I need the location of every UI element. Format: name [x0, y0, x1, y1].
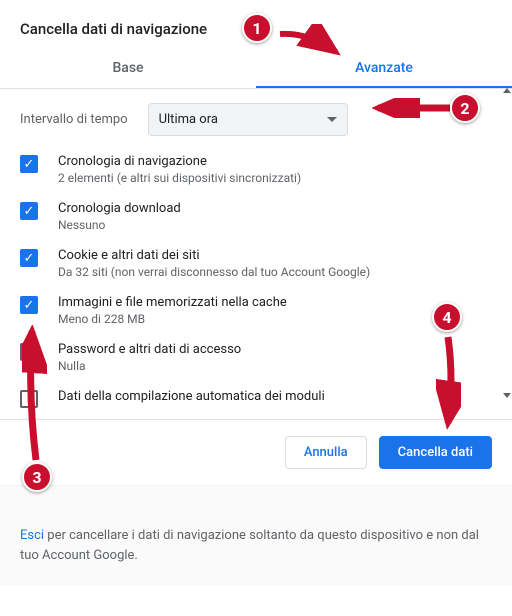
checkbox-cookies[interactable] — [20, 249, 38, 267]
item-label: Password e altri dati di accesso — [58, 342, 241, 357]
item-sub: Nessuno — [58, 218, 181, 232]
item-cache: Immagini e file memorizzati nella cache … — [20, 295, 492, 326]
item-label: Dati della compilazione automatica dei m… — [58, 389, 325, 404]
arrow-3-icon — [22, 325, 47, 465]
item-sub: Da 32 siti (non verrai disconnesso dal t… — [58, 265, 370, 279]
callout-3: 3 — [22, 462, 52, 492]
item-passwords: Password e altri dati di accesso Nulla — [20, 342, 492, 373]
scroll-down-icon — [503, 393, 511, 398]
time-range-label: Intervallo di tempo — [20, 112, 128, 127]
item-sub: 2 elementi (e altri sui dispositivi sinc… — [58, 171, 301, 185]
cancel-button[interactable]: Annulla — [285, 436, 367, 469]
item-label: Cookie e altri dati dei siti — [58, 248, 370, 263]
tab-basic[interactable]: Base — [0, 48, 256, 88]
footer-note: Esci per cancellare i dati di navigazion… — [0, 485, 512, 585]
arrow-4-icon — [436, 335, 461, 430]
item-autofill: Dati della compilazione automatica dei m… — [20, 389, 492, 408]
item-browsing-history: Cronologia di navigazione 2 elementi (e … — [20, 154, 492, 185]
item-label: Cronologia di navigazione — [58, 154, 301, 169]
item-label: Immagini e file memorizzati nella cache — [58, 295, 287, 310]
item-cookies: Cookie e altri dati dei siti Da 32 siti … — [20, 248, 492, 279]
clear-data-button[interactable]: Cancella dati — [379, 436, 492, 469]
callout-1: 1 — [242, 13, 272, 43]
time-range-value: Ultima ora — [159, 112, 218, 127]
checkbox-download-history[interactable] — [20, 202, 38, 220]
time-range-select[interactable]: Ultima ora — [148, 103, 348, 136]
scrollbar[interactable] — [504, 88, 510, 398]
arrow-2-icon — [372, 98, 452, 118]
clear-data-dialog: Cancella dati di navigazione Base Avanza… — [0, 0, 512, 616]
checkbox-cache[interactable] — [20, 296, 38, 314]
checkbox-browsing-history[interactable] — [20, 155, 38, 173]
sign-out-link[interactable]: Esci — [20, 528, 44, 543]
callout-4: 4 — [432, 302, 462, 332]
scroll-up-icon — [503, 88, 511, 93]
item-sub: Nulla — [58, 359, 241, 373]
item-download-history: Cronologia download Nessuno — [20, 201, 492, 232]
chevron-down-icon — [327, 117, 337, 122]
callout-2: 2 — [450, 93, 480, 123]
arrow-1-icon — [278, 24, 348, 64]
item-label: Cronologia download — [58, 201, 181, 216]
item-sub: Meno di 228 MB — [58, 312, 287, 326]
footer-text: per cancellare i dati di navigazione sol… — [20, 528, 479, 563]
tabs: Base Avanzate — [0, 48, 512, 89]
